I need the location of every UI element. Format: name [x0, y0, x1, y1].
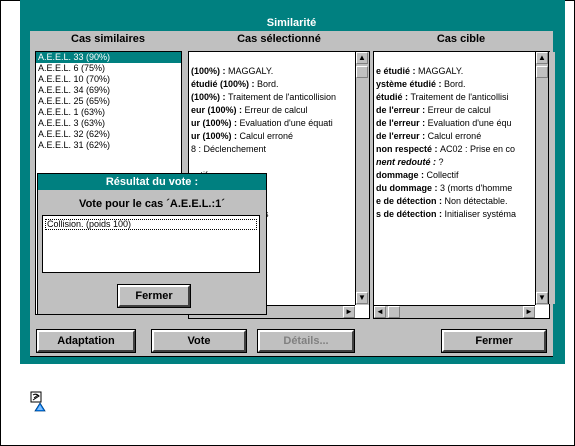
- similar-case-item[interactable]: A.E.E.L. 32 (62%): [36, 129, 181, 140]
- selected-case-field-value: MAGGALY.: [228, 66, 274, 76]
- target-case-field-label: de l'erreur :: [376, 105, 428, 115]
- vote-results-list[interactable]: Collision. (poids 100): [42, 215, 260, 273]
- selected-case-field-value: 8 : Déclenchement: [191, 144, 267, 154]
- close-button[interactable]: Fermer: [441, 329, 547, 353]
- target-case-field-label: du dommage :: [376, 183, 441, 193]
- target-case-field-value: Evaluation d'une équ: [427, 118, 512, 128]
- scroll-thumb[interactable]: [356, 66, 368, 78]
- selected-case-field-label: ur (100%) :: [191, 131, 240, 141]
- target-case-field-label: non respecté :: [376, 144, 441, 154]
- selected-case-field-value: Traitement de l'anticollision: [228, 92, 336, 102]
- vote-button[interactable]: Vote: [151, 329, 247, 353]
- vote-result-item[interactable]: Collision. (poids 100): [45, 219, 257, 230]
- selected-case-line: [189, 52, 369, 65]
- similar-case-item[interactable]: A.E.E.L. 10 (70%): [36, 74, 181, 85]
- target-horizontal-scrollbar[interactable]: ◄ ►: [374, 305, 535, 318]
- target-case-field-value: AC02 : Prise en co: [440, 144, 516, 154]
- scroll-right-arrow-icon[interactable]: ►: [523, 306, 535, 318]
- header-selected-case: Cas sélectionné: [237, 33, 321, 45]
- target-case-field-value: Traitement de l'anticollisi: [410, 92, 509, 102]
- scroll-up-arrow-icon[interactable]: ▲: [356, 52, 368, 64]
- selected-case-field-label: étudié (100%) :: [191, 79, 258, 89]
- target-case-line: s de détection : Initialiser systéma: [374, 208, 549, 221]
- similar-case-item[interactable]: A.E.E.L. 31 (62%): [36, 140, 181, 151]
- target-case-line: de l'erreur : Calcul erroné: [374, 130, 549, 143]
- target-case-field-label: de l'erreur :: [376, 118, 428, 128]
- target-case-field-label: e de détection :: [376, 196, 445, 206]
- target-case-field-value: Bord.: [444, 79, 466, 89]
- selected-case-field-label: (100%) :: [191, 92, 229, 102]
- target-case-field-label: ystème étudié :: [376, 79, 445, 89]
- selected-case-field-value: Bord.: [257, 79, 279, 89]
- scroll-up-arrow-icon[interactable]: ▲: [536, 52, 548, 64]
- selected-vertical-scrollbar[interactable]: ▲ ▼: [355, 52, 369, 305]
- selected-case-field-value: Evaluation d'une équati: [239, 118, 333, 128]
- target-case-field-value: Initialiser systéma: [444, 209, 517, 219]
- similar-case-item[interactable]: A.E.E.L. 6 (75%): [36, 63, 181, 74]
- selected-case-line: (100%) : MAGGALY.: [189, 65, 369, 78]
- target-case-field-label: étudié :: [376, 92, 411, 102]
- target-case-field-label: dommage :: [376, 170, 427, 180]
- selected-case-line: [189, 156, 369, 169]
- similar-case-item[interactable]: A.E.E.L. 3 (63%): [36, 118, 181, 129]
- target-case-line: e étudié : MAGGALY.: [374, 65, 549, 78]
- selected-case-field-value: Erreur de calcul: [244, 105, 308, 115]
- target-case-italic-label: nent redouté :: [376, 157, 436, 167]
- target-case-line: dommage : Collectif: [374, 169, 549, 182]
- target-case-field-label: s de détection :: [376, 209, 445, 219]
- similar-case-item[interactable]: A.E.E.L. 1 (63%): [36, 107, 181, 118]
- scroll-down-arrow-icon[interactable]: ▼: [536, 292, 548, 304]
- target-case-line: de l'erreur : Erreur de calcul: [374, 104, 549, 117]
- selected-case-line: étudié (100%) : Bord.: [189, 78, 369, 91]
- selected-case-line: 8 : Déclenchement: [189, 143, 369, 156]
- header-similar-cases: Cas similaires: [71, 33, 145, 45]
- selected-case-line: eur (100%) : Erreur de calcul: [189, 104, 369, 117]
- vote-result-dialog: Résultat du vote : Vote pour le cas ´A.E…: [37, 173, 267, 315]
- similar-case-item[interactable]: A.E.E.L. 33 (90%): [36, 52, 181, 63]
- target-case-field-value: Erreur de calcul: [427, 105, 491, 115]
- target-case-field-value: Calcul erroné: [427, 131, 482, 141]
- similar-case-item[interactable]: A.E.E.L. 34 (69%): [36, 85, 181, 96]
- target-case-field-value: 3 (morts d'homme: [440, 183, 513, 193]
- scroll-thumb[interactable]: [388, 306, 400, 318]
- application-icon[interactable]: [30, 391, 48, 413]
- target-case-line: ystème étudié : Bord.: [374, 78, 549, 91]
- scroll-left-arrow-icon[interactable]: ◄: [374, 306, 386, 318]
- selected-case-field-label: ur (100%) :: [191, 118, 240, 128]
- target-case-field-value: ?: [436, 157, 444, 167]
- similar-case-item[interactable]: A.E.E.L. 25 (65%): [36, 96, 181, 107]
- target-case-field-label: e étudié :: [376, 66, 419, 76]
- target-case-line: e de détection : Non détectable.: [374, 195, 549, 208]
- selected-case-field-value: Calcul erroné: [239, 131, 294, 141]
- target-case-field-value: Collectif: [426, 170, 459, 180]
- selected-case-line: (100%) : Traitement de l'anticollision: [189, 91, 369, 104]
- target-case-line: du dommage : 3 (morts d'homme: [374, 182, 549, 195]
- target-vertical-scrollbar[interactable]: ▲ ▼: [535, 52, 549, 305]
- selected-case-field-label: (100%) :: [191, 66, 229, 76]
- vote-close-button[interactable]: Fermer: [117, 284, 191, 308]
- target-case-line: non respecté : AC02 : Prise en co: [374, 143, 549, 156]
- vote-dialog-title: Résultat du vote :: [38, 174, 266, 190]
- target-case-line: étudié : Traitement de l'anticollisi: [374, 91, 549, 104]
- window-title: Similarité: [30, 16, 553, 31]
- target-case-line: [374, 52, 549, 65]
- target-case-detail[interactable]: e étudié : MAGGALY. ystème étudié : Bord.…: [373, 51, 550, 319]
- scroll-down-arrow-icon[interactable]: ▼: [356, 292, 368, 304]
- target-case-line: de l'erreur : Evaluation d'une équ: [374, 117, 549, 130]
- scroll-thumb[interactable]: [536, 66, 548, 78]
- header-target-case: Cas cible: [436, 33, 486, 45]
- selected-case-line: ur (100%) : Evaluation d'une équati: [189, 117, 369, 130]
- target-case-field-label: de l'erreur :: [376, 131, 428, 141]
- target-case-field-value: MAGGALY.: [418, 66, 464, 76]
- adaptation-button[interactable]: Adaptation: [36, 329, 136, 353]
- scroll-right-arrow-icon[interactable]: ►: [343, 306, 355, 318]
- details-button[interactable]: Détails...: [257, 329, 355, 353]
- selected-case-field-label: eur (100%) :: [191, 105, 245, 115]
- vote-dialog-label: Vote pour le cas ´A.E.E.L.:1´: [79, 198, 225, 210]
- window-edge-scrollbar: [548, 52, 555, 304]
- selected-case-line: ur (100%) : Calcul erroné: [189, 130, 369, 143]
- target-case-field-value: Non détectable.: [444, 196, 508, 206]
- target-case-line: nent redouté : ?: [374, 156, 549, 169]
